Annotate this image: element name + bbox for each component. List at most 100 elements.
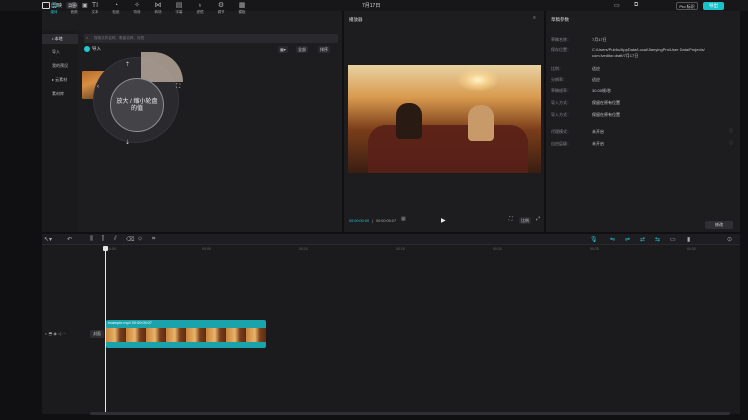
car-shape [368, 125, 528, 173]
filter-icon: ♁ [197, 2, 203, 9]
cover-button[interactable]: 封面 [90, 330, 104, 338]
import-icon[interactable] [84, 46, 90, 52]
ruler-tick: 00:20 [493, 247, 502, 251]
separator: | [372, 219, 373, 223]
zoom-dial-label: 放大 / 缩小轮盘 的值 [116, 99, 158, 112]
detail-value: 保留在原有位置 [592, 112, 620, 117]
effect-icon: ✧ [134, 2, 140, 9]
caption-icon: ▤ [175, 2, 183, 9]
player-title: 播放器 [349, 17, 363, 22]
clip-label: example.mp4 00:00:05:07 [108, 321, 152, 325]
tab-media[interactable]: ▢ 媒体 [44, 1, 64, 19]
preview-axis-icon[interactable]: ⇆ [655, 236, 660, 243]
detail-value: 适应 [592, 77, 600, 82]
tab-adjust[interactable]: ⚙ 调节 [211, 1, 231, 19]
details-panel [546, 11, 740, 232]
sun-glow [458, 69, 498, 91]
project-title: 7月17日 [362, 3, 381, 9]
sidebar-item-presets[interactable]: 我的预设 [42, 61, 78, 71]
undo-icon[interactable]: ↶ [67, 236, 72, 243]
play-button[interactable]: ▶ [441, 217, 446, 224]
text-icon: TI [91, 2, 99, 9]
fit-timeline-icon[interactable]: ⊙ [727, 236, 732, 243]
sidebar-item-cloud[interactable]: ▸ 云素材 [42, 75, 78, 85]
split-icon[interactable]: ⫼ [90, 236, 93, 243]
marker-icon[interactable]: ⬦ [138, 236, 142, 243]
track-controls[interactable]: ◐ ⬒ ◉ ◁ ⋯ [45, 331, 66, 336]
sidebar-item-import[interactable]: 导入 [42, 47, 78, 57]
zoom-slider-icon[interactable]: ▮ [687, 236, 690, 243]
tab-caption[interactable]: ▤ 字幕 [169, 1, 189, 19]
detail-label: 导入方式： [551, 100, 571, 105]
detail-label: 草稿帧率： [551, 88, 571, 93]
ruler-tick: 00:05 [202, 247, 211, 251]
linkage-icon[interactable]: ⇄ [640, 236, 645, 243]
detail-label: 草稿名称： [551, 37, 571, 42]
info-icon[interactable]: ⓘ [729, 128, 733, 134]
detail-value: 未开启 [592, 141, 604, 146]
tab-transition[interactable]: ⋈ 转场 [148, 1, 168, 19]
search-input[interactable]: 搜索文件名称、歌曲名称、标签 [84, 34, 338, 43]
detail-value: 保留在原有位置 [592, 100, 620, 105]
media-icon: ▢ [50, 2, 58, 9]
caption-track-icon[interactable]: ▭ [670, 236, 676, 243]
arrow-up-icon: ⇡ [125, 62, 131, 68]
person-driver [396, 103, 422, 139]
adjust-icon: ⚙ [217, 2, 225, 9]
fullscreen-preview-icon[interactable]: ⛶ [509, 216, 513, 222]
detail-label: 自由层级： [551, 141, 571, 146]
grid-icon[interactable]: ▦ [401, 216, 406, 222]
layout-switch-icon[interactable]: ⧉ [634, 2, 638, 9]
import-label[interactable]: 导入 [92, 46, 101, 52]
menu-icon[interactable]: ≡ [533, 15, 536, 21]
detail-label: 代理模式： [551, 129, 571, 134]
details-title: 草稿参数 [551, 17, 569, 22]
tab-filter[interactable]: ♁ 滤镜 [190, 1, 210, 19]
record-audio-icon[interactable]: 🎙 [590, 236, 598, 243]
sort-button[interactable]: 排序 [318, 46, 330, 53]
tab-audio[interactable]: ◷ 音频 [64, 1, 84, 19]
media-panel [42, 11, 342, 232]
expand-icon[interactable]: ⤢ [536, 216, 540, 222]
tab-sticker[interactable]: ◔ 贴纸 [106, 1, 126, 19]
info-icon[interactable]: ⓘ [729, 140, 733, 146]
playhead[interactable] [105, 247, 106, 414]
modify-button[interactable]: 修改 [705, 221, 733, 229]
tab-template[interactable]: ▦ 模板 [232, 1, 252, 19]
link-main-track-icon[interactable]: ⇋ [610, 236, 615, 243]
timeline-scrollbar[interactable] [90, 412, 730, 415]
ratio-button[interactable]: 比例 [519, 217, 531, 224]
detail-value: 未开启 [592, 129, 604, 134]
playhead-handle[interactable] [103, 246, 108, 251]
transition-icon: ⋈ [154, 2, 162, 9]
arrow-down-icon: ⇣ [125, 140, 131, 146]
shortcut-icon[interactable]: ▭ [614, 2, 620, 9]
ruler-tick: 00:25 [590, 247, 599, 251]
detail-label: 保存位置： [551, 47, 571, 52]
auto-snap-icon[interactable]: ⇌ [625, 236, 630, 243]
export-button[interactable]: 导出 [703, 2, 724, 10]
detail-value: com.lveditor.draft/7月17日 [592, 53, 639, 58]
split-left-icon[interactable]: ⫿ [102, 236, 104, 243]
clip-thumbnails [106, 328, 266, 342]
filter-all-button[interactable]: 全部 [296, 46, 308, 53]
split-right-icon[interactable]: ⫽ [114, 236, 117, 243]
fit-screen-icon[interactable]: ⛶ [176, 84, 180, 91]
arrow-left-icon: ‹ [97, 84, 99, 90]
select-tool-icon[interactable]: ↖▾ [44, 236, 52, 243]
view-toggle-icon[interactable]: ▦▾ [278, 46, 288, 53]
tab-text[interactable]: TI 文本 [85, 1, 105, 19]
pro-badge[interactable]: Pro 标识 [676, 2, 698, 10]
sidebar-item-local[interactable]: • 本地 [42, 34, 78, 44]
tab-effect[interactable]: ✧ 特效 [127, 1, 147, 19]
video-clip[interactable]: example.mp4 00:00:05:07 [106, 320, 266, 348]
delete-icon[interactable]: ⌫ [126, 236, 134, 243]
person-passenger [468, 105, 494, 141]
crop-icon[interactable]: ⌗ [152, 236, 155, 243]
sidebar-item-library[interactable]: 素材库 [42, 89, 78, 99]
template-icon: ▦ [238, 2, 246, 9]
sticker-icon: ◔ [113, 2, 119, 9]
left-margin [0, 0, 42, 420]
detail-value: 7月17日 [592, 37, 607, 42]
ruler-tick: 00:00 [107, 247, 116, 251]
